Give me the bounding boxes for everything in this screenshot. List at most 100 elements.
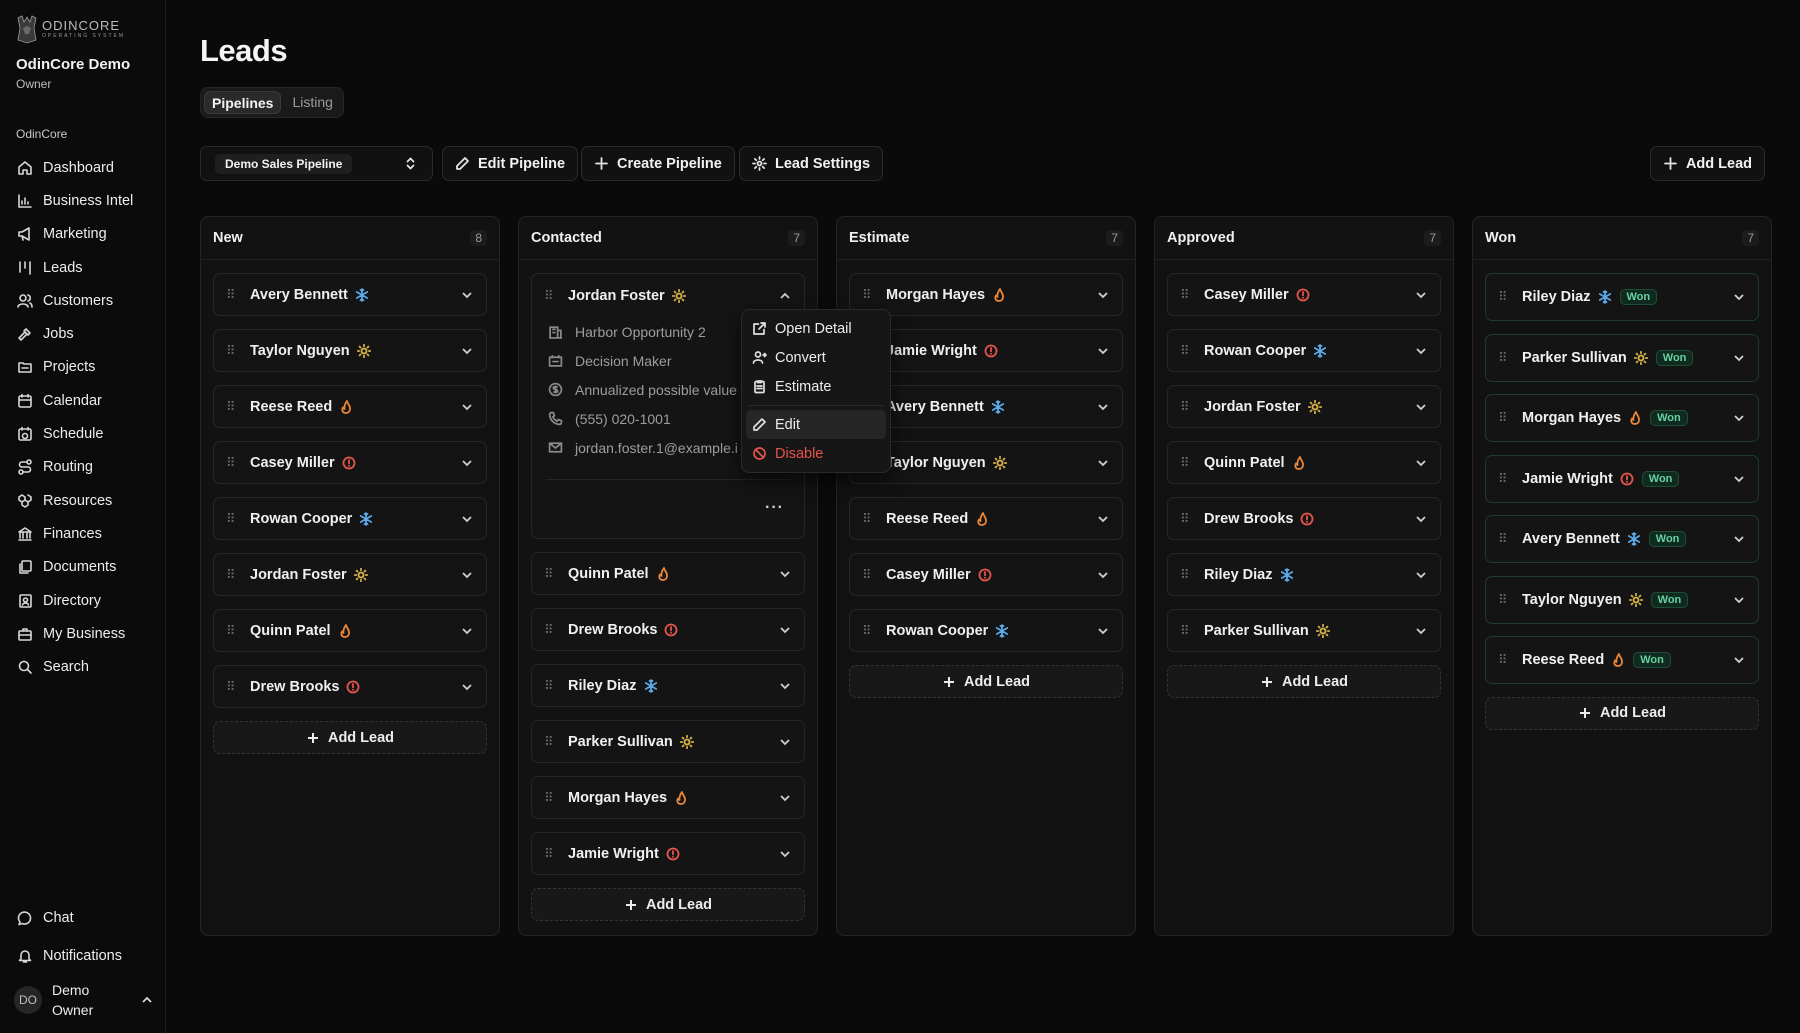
drag-handle-icon[interactable]: ⠿ xyxy=(226,399,236,414)
lead-card[interactable]: ⠿ Parker Sullivan Won xyxy=(1485,333,1759,382)
menu-edit[interactable]: Edit xyxy=(746,410,886,439)
lead-card[interactable]: ⠿ Riley Diaz xyxy=(1167,553,1441,596)
lead-card[interactable]: ⠿ Riley Diaz xyxy=(531,664,805,707)
drag-handle-icon[interactable]: ⠿ xyxy=(1498,411,1508,425)
drag-handle-icon[interactable]: ⠿ xyxy=(1180,287,1190,302)
pipeline-select[interactable]: Demo Sales Pipeline xyxy=(200,146,433,181)
lead-card[interactable]: ⠿ Morgan Hayes xyxy=(849,273,1123,316)
drag-handle-icon[interactable]: ⠿ xyxy=(226,455,236,470)
add-lead-button[interactable]: Add Lead xyxy=(531,888,805,921)
lead-card[interactable]: ⠿ Casey Miller xyxy=(1167,273,1441,316)
lead-card[interactable]: ⠿ Reese Reed xyxy=(213,385,487,428)
lead-card[interactable]: ⠿ Riley Diaz Won xyxy=(1485,273,1759,321)
add-lead-button[interactable]: Add Lead xyxy=(1649,146,1765,181)
drag-handle-icon[interactable]: ⠿ xyxy=(226,623,236,638)
drag-handle-icon[interactable]: ⠿ xyxy=(226,511,236,526)
lead-card[interactable]: ⠿ Jamie Wright xyxy=(531,832,805,875)
drag-handle-icon[interactable]: ⠿ xyxy=(1498,592,1508,607)
sidebar-item-finances[interactable]: Finances xyxy=(6,517,160,550)
sidebar-item-schedule[interactable]: Schedule xyxy=(6,417,160,450)
create-pipeline-button[interactable]: Create Pipeline xyxy=(581,146,735,181)
lead-card[interactable]: ⠿ Reese Reed Won xyxy=(1485,636,1759,684)
menu-disable[interactable]: Disable xyxy=(746,439,886,468)
drag-handle-icon[interactable]: ⠿ xyxy=(862,623,872,638)
drag-handle-icon[interactable]: ⠿ xyxy=(1180,399,1190,414)
add-lead-button[interactable]: Add Lead xyxy=(1167,665,1441,698)
more-options-icon[interactable]: ··· xyxy=(765,499,784,517)
lead-card[interactable]: ⠿ Parker Sullivan xyxy=(1167,609,1441,652)
drag-handle-icon[interactable]: ⠿ xyxy=(544,734,554,749)
sidebar-item-leads[interactable]: Leads xyxy=(6,251,160,284)
lead-card[interactable]: ⠿ Casey Miller xyxy=(849,553,1123,596)
lead-card[interactable]: ⠿ Drew Brooks xyxy=(1167,497,1441,540)
lead-card[interactable]: ⠿ Reese Reed xyxy=(849,497,1123,540)
lead-card[interactable]: ⠿ Taylor Nguyen xyxy=(213,329,487,372)
drag-handle-icon[interactable]: ⠿ xyxy=(1498,471,1508,486)
drag-handle-icon[interactable]: ⠿ xyxy=(226,343,236,358)
lead-card[interactable]: ⠿ Jordan Foster xyxy=(1167,385,1441,428)
sidebar-item-directory[interactable]: Directory xyxy=(6,584,160,617)
lead-card[interactable]: ⠿ Morgan Hayes Won xyxy=(1485,394,1759,442)
lead-card[interactable]: ⠿ Rowan Cooper xyxy=(213,497,487,540)
sidebar-item-search[interactable]: Search xyxy=(6,650,160,683)
drag-handle-icon[interactable]: ⠿ xyxy=(544,790,554,805)
add-lead-button[interactable]: Add Lead xyxy=(1485,696,1759,730)
drag-handle-icon[interactable]: ⠿ xyxy=(1498,532,1508,546)
drag-handle-icon[interactable]: ⠿ xyxy=(544,288,554,303)
tab-listing[interactable]: Listing xyxy=(285,91,339,114)
menu-open-detail[interactable]: Open Detail xyxy=(746,314,886,343)
lead-card[interactable]: ⠿ Casey Miller xyxy=(213,441,487,484)
lead-card[interactable]: ⠿ Jamie Wright Won xyxy=(1485,454,1759,503)
sidebar-item-documents[interactable]: Documents xyxy=(6,551,160,584)
sidebar-item-my-business[interactable]: My Business xyxy=(6,617,160,650)
lead-card[interactable]: ⠿ Drew Brooks xyxy=(531,608,805,651)
drag-handle-icon[interactable]: ⠿ xyxy=(1180,567,1190,582)
lead-card[interactable]: ⠿ Rowan Cooper xyxy=(1167,329,1441,372)
drag-handle-icon[interactable]: ⠿ xyxy=(1498,290,1508,304)
drag-handle-icon[interactable]: ⠿ xyxy=(1498,350,1508,365)
lead-card[interactable]: ⠿ Parker Sullivan xyxy=(531,720,805,763)
sidebar-item-projects[interactable]: Projects xyxy=(6,351,160,384)
lead-card[interactable]: ⠿ Rowan Cooper xyxy=(849,609,1123,652)
drag-handle-icon[interactable]: ⠿ xyxy=(226,567,236,582)
lead-card[interactable]: ⠿ Quinn Patel xyxy=(1167,441,1441,484)
menu-estimate[interactable]: Estimate xyxy=(746,372,886,401)
sidebar-item-chat[interactable]: Chat xyxy=(6,899,160,937)
drag-handle-icon[interactable]: ⠿ xyxy=(1180,455,1190,470)
lead-card[interactable]: ⠿ Quinn Patel xyxy=(213,609,487,652)
drag-handle-icon[interactable]: ⠿ xyxy=(1180,343,1190,358)
drag-handle-icon[interactable]: ⠿ xyxy=(544,678,554,693)
tab-pipelines[interactable]: Pipelines xyxy=(204,91,282,114)
sidebar-item-notifications[interactable]: Notifications xyxy=(6,937,160,975)
sidebar-item-jobs[interactable]: Jobs xyxy=(6,317,160,350)
drag-handle-icon[interactable]: ⠿ xyxy=(1498,653,1508,667)
user-menu[interactable]: DO Demo Owner xyxy=(14,978,154,1022)
sidebar-item-resources[interactable]: Resources xyxy=(6,484,160,517)
lead-card[interactable]: ⠿ Drew Brooks xyxy=(213,665,487,708)
add-lead-button[interactable]: Add Lead xyxy=(213,721,487,754)
drag-handle-icon[interactable]: ⠿ xyxy=(544,566,554,581)
drag-handle-icon[interactable]: ⠿ xyxy=(226,679,236,694)
lead-card[interactable]: ⠿ Quinn Patel xyxy=(531,552,805,595)
lead-card[interactable]: ⠿ Avery Bennett Won xyxy=(1485,515,1759,563)
drag-handle-icon[interactable]: ⠿ xyxy=(544,622,554,637)
menu-convert[interactable]: Convert xyxy=(746,343,886,372)
lead-card[interactable]: ⠿ Taylor Nguyen Won xyxy=(1485,575,1759,624)
sidebar-item-business-intel[interactable]: Business Intel xyxy=(6,184,160,217)
lead-card[interactable]: ⠿ Jordan Foster xyxy=(213,553,487,596)
org-name[interactable]: OdinCore Demo xyxy=(16,56,130,73)
drag-handle-icon[interactable]: ⠿ xyxy=(1180,623,1190,638)
sidebar-item-calendar[interactable]: Calendar xyxy=(6,384,160,417)
drag-handle-icon[interactable]: ⠿ xyxy=(226,287,236,302)
lead-settings-button[interactable]: Lead Settings xyxy=(739,146,884,181)
add-lead-button[interactable]: Add Lead xyxy=(849,665,1123,698)
drag-handle-icon[interactable]: ⠿ xyxy=(862,287,872,302)
sidebar-item-routing[interactable]: Routing xyxy=(6,451,160,484)
drag-handle-icon[interactable]: ⠿ xyxy=(544,846,554,861)
drag-handle-icon[interactable]: ⠿ xyxy=(862,511,872,526)
brand-logo[interactable]: ODINCORE OPERATING SYSTEM xyxy=(16,14,125,44)
drag-handle-icon[interactable]: ⠿ xyxy=(862,567,872,582)
edit-pipeline-button[interactable]: Edit Pipeline xyxy=(442,146,579,181)
drag-handle-icon[interactable]: ⠿ xyxy=(1180,511,1190,526)
lead-card[interactable]: ⠿ Avery Bennett xyxy=(213,273,487,316)
